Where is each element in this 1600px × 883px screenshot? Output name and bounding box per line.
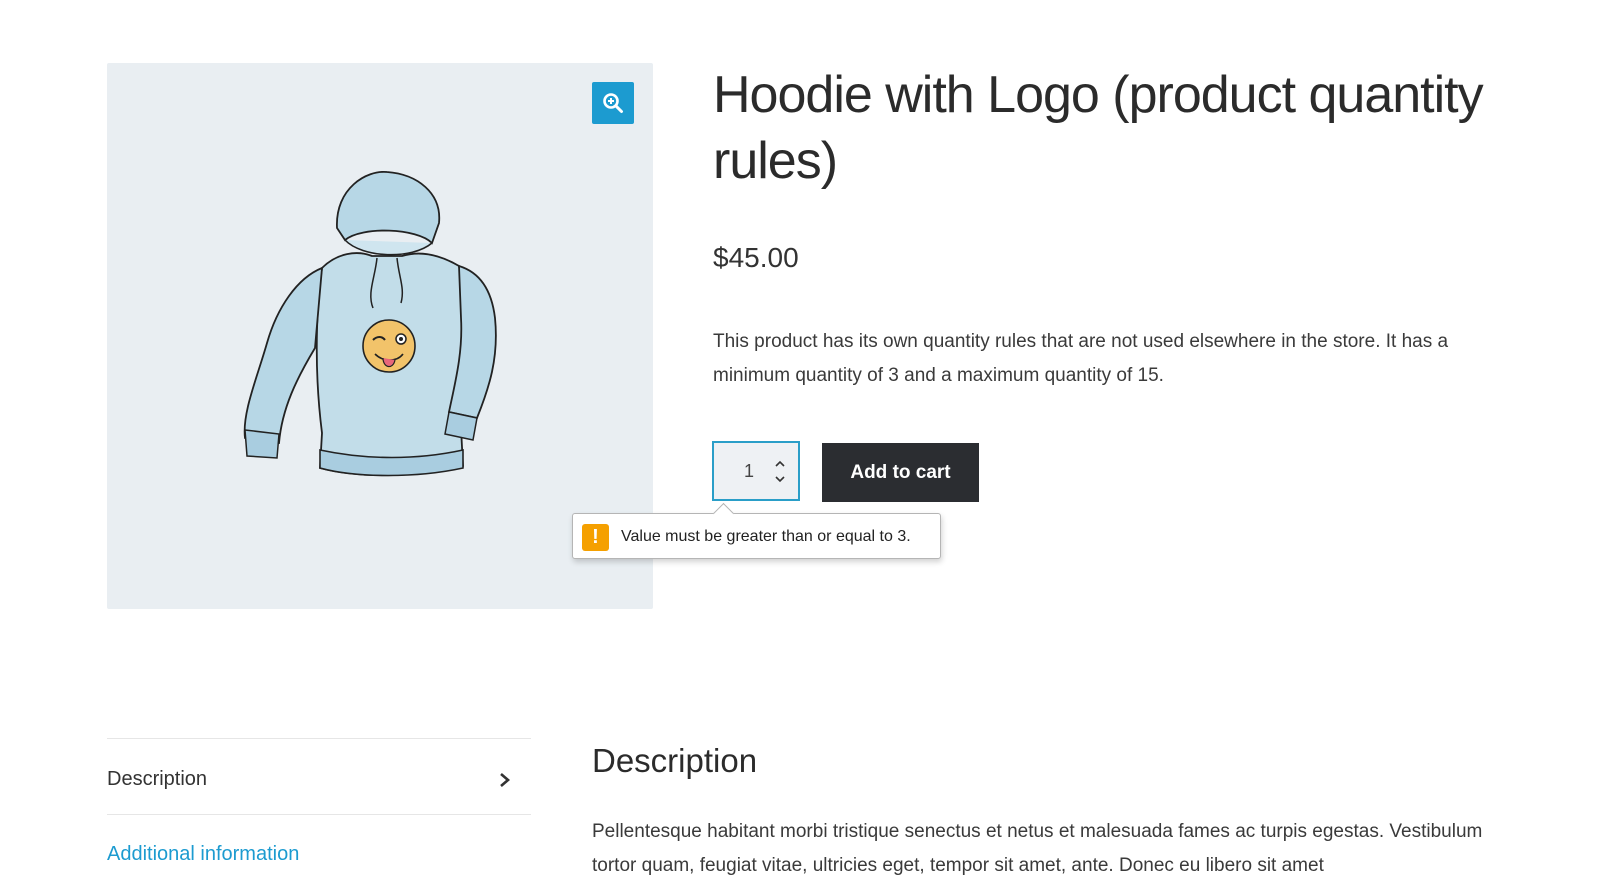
validation-message: Value must be greater than or equal to 3…: [621, 528, 911, 545]
quantity-value: 1: [744, 461, 755, 481]
tab-divider: [107, 738, 531, 739]
quantity-stepper[interactable]: [774, 457, 786, 487]
product-title: Hoodie with Logo (product quantity rules…: [713, 66, 1484, 190]
tooltip-arrow: [712, 502, 735, 525]
description-heading: Description: [592, 742, 758, 779]
chevron-right-icon: [500, 773, 510, 787]
product-price: $45.00: [713, 242, 799, 273]
product-short-description: This product has its own quantity rules …: [713, 331, 1449, 386]
tab-divider: [107, 814, 531, 815]
warning-icon: !: [582, 524, 609, 551]
decrement-arrow-icon: [775, 476, 785, 483]
quantity-input[interactable]: 1: [712, 441, 800, 501]
add-to-cart-button[interactable]: Add to cart: [822, 443, 979, 502]
description-body: Pellentesque habitant morbi tristique se…: [592, 821, 1483, 876]
tab-additional-information[interactable]: Additional information: [107, 843, 299, 866]
validation-tooltip: ! Value must be greater than or equal to…: [572, 502, 941, 559]
zoom-in-icon: [603, 93, 623, 113]
increment-arrow-icon: [775, 460, 785, 467]
zoom-button[interactable]: [592, 82, 634, 124]
tab-description[interactable]: Description: [107, 768, 207, 791]
hoodie-illustration: [243, 171, 497, 477]
